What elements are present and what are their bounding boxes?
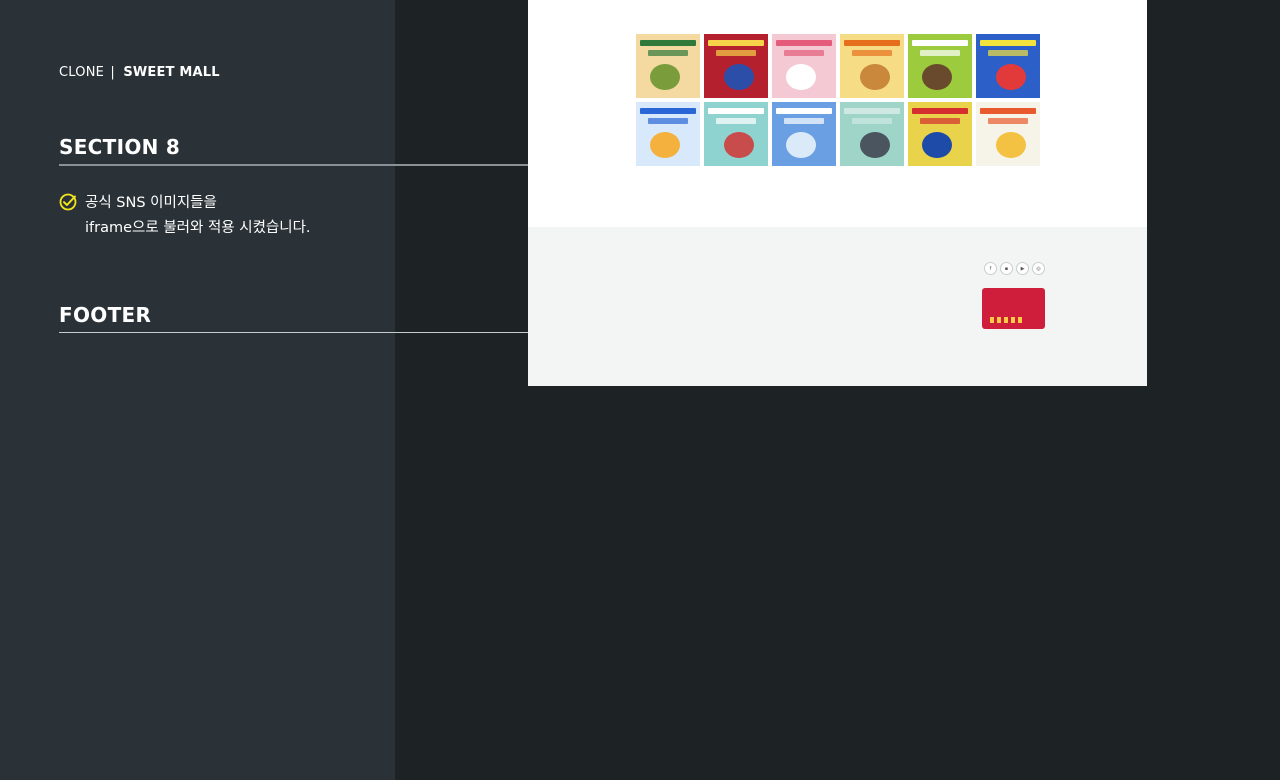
section8-title: SECTION 8 xyxy=(59,135,181,159)
tile-banner xyxy=(980,108,1036,114)
tile-banner xyxy=(920,50,960,56)
tile-banner xyxy=(784,50,824,56)
sns-tile-10[interactable] xyxy=(840,102,904,166)
tile-banner xyxy=(912,108,968,114)
tile-banner xyxy=(708,108,764,114)
section8-desc-line2: iframe으로 불러와 적용 시켰습니다. xyxy=(85,220,311,236)
badge-decoration xyxy=(990,317,1022,323)
tile-banner xyxy=(784,118,824,124)
blog-icon[interactable]: ▪ xyxy=(1000,262,1013,275)
tile-image xyxy=(996,64,1026,90)
tile-image xyxy=(724,64,754,90)
brand-clone: CLONE xyxy=(59,65,105,80)
sns-image-grid xyxy=(636,34,1042,166)
tile-image xyxy=(650,132,680,158)
footer-section-title: FOOTER xyxy=(59,303,152,327)
tile-banner xyxy=(776,40,832,46)
tile-banner xyxy=(640,40,696,46)
brand-logo[interactable]: CLONE | SWEET MALL xyxy=(59,65,220,80)
section8-desc-line1: 공식 SNS 이미지들을 xyxy=(85,195,217,211)
footer-divider xyxy=(59,332,528,333)
sns-tile-1[interactable] xyxy=(636,34,700,98)
tile-image xyxy=(922,64,952,90)
tile-banner xyxy=(844,40,900,46)
tile-banner xyxy=(980,40,1036,46)
tile-image xyxy=(650,64,680,90)
tile-image xyxy=(786,132,816,158)
tile-image xyxy=(996,132,1026,158)
tile-banner xyxy=(912,40,968,46)
tile-image xyxy=(786,64,816,90)
check-circle-icon xyxy=(59,193,77,211)
left-panel xyxy=(0,0,395,780)
tile-image xyxy=(860,64,890,90)
brand-name: SWEET MALL xyxy=(123,65,220,80)
tile-banner xyxy=(716,118,756,124)
brand-separator: | xyxy=(110,65,115,80)
tile-banner xyxy=(708,40,764,46)
tile-banner xyxy=(648,118,688,124)
sns-tile-8[interactable] xyxy=(704,102,768,166)
tile-banner xyxy=(852,50,892,56)
sns-tile-7[interactable] xyxy=(636,102,700,166)
tile-banner xyxy=(920,118,960,124)
sns-tile-12[interactable] xyxy=(976,102,1040,166)
section8-description: 공식 SNS 이미지들을 iframe으로 불러와 적용 시켰습니다. xyxy=(59,191,311,241)
tile-image xyxy=(860,132,890,158)
youtube-icon[interactable]: ▶ xyxy=(1016,262,1029,275)
sns-tile-4[interactable] xyxy=(840,34,904,98)
instagram-icon[interactable]: ◎ xyxy=(1032,262,1045,275)
site-footer: f ▪ ▶ ◎ xyxy=(528,227,1147,386)
sns-tile-6[interactable] xyxy=(976,34,1040,98)
tile-banner xyxy=(716,50,756,56)
tile-image xyxy=(724,132,754,158)
tile-banner xyxy=(776,108,832,114)
sns-tile-3[interactable] xyxy=(772,34,836,98)
sns-tile-11[interactable] xyxy=(908,102,972,166)
sns-tile-2[interactable] xyxy=(704,34,768,98)
tile-banner xyxy=(852,118,892,124)
facebook-icon[interactable]: f xyxy=(984,262,997,275)
section8-divider xyxy=(59,164,528,166)
sns-tile-9[interactable] xyxy=(772,102,836,166)
tile-banner xyxy=(640,108,696,114)
tile-banner xyxy=(648,50,688,56)
sns-tile-5[interactable] xyxy=(908,34,972,98)
social-links: f ▪ ▶ ◎ xyxy=(984,262,1045,275)
tile-banner xyxy=(988,50,1028,56)
tile-banner xyxy=(844,108,900,114)
sweet-family-badge[interactable] xyxy=(982,288,1045,329)
tile-image xyxy=(922,132,952,158)
tile-banner xyxy=(988,118,1028,124)
site-preview: f ▪ ▶ ◎ xyxy=(528,0,1147,386)
